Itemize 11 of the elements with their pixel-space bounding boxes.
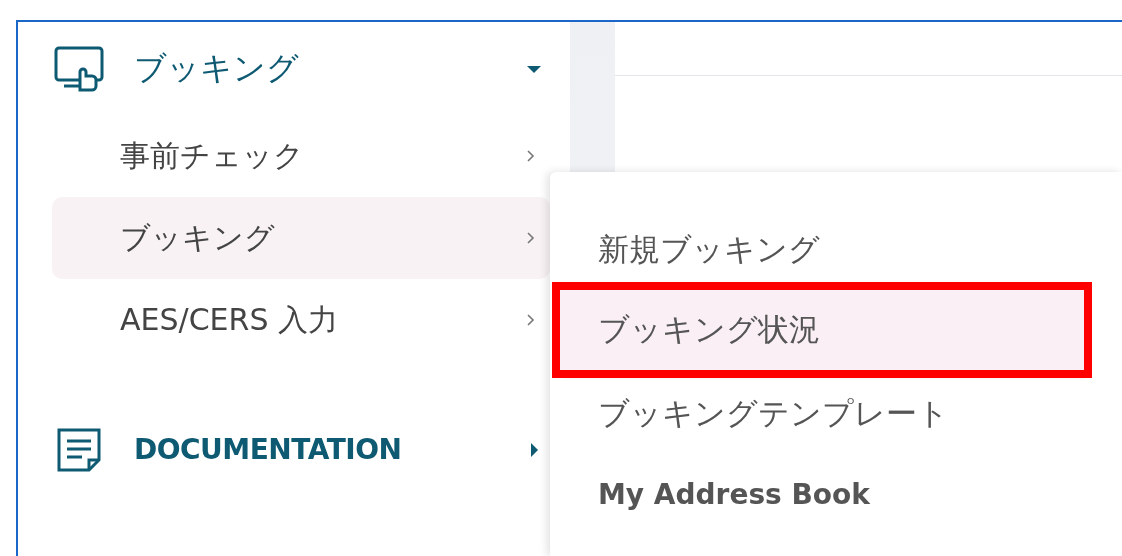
sidebar-item[interactable]: ブッキング (52, 197, 550, 279)
sidebar-group[interactable]: ブッキング (18, 22, 570, 115)
sidebar-item[interactable]: 事前チェック (52, 115, 550, 197)
monitor-hand-icon (54, 45, 104, 92)
chevron-right-icon (526, 231, 536, 245)
group-label: ブッキング (134, 47, 300, 89)
chevron-right-icon (526, 149, 536, 163)
submenu-item[interactable]: 新規ブッキング (550, 210, 1088, 290)
group-label: DOCUMENTATION (134, 433, 403, 466)
sidebar-item[interactable]: AES/CERS 入力 (52, 279, 550, 361)
chevron-right-icon (526, 313, 536, 327)
